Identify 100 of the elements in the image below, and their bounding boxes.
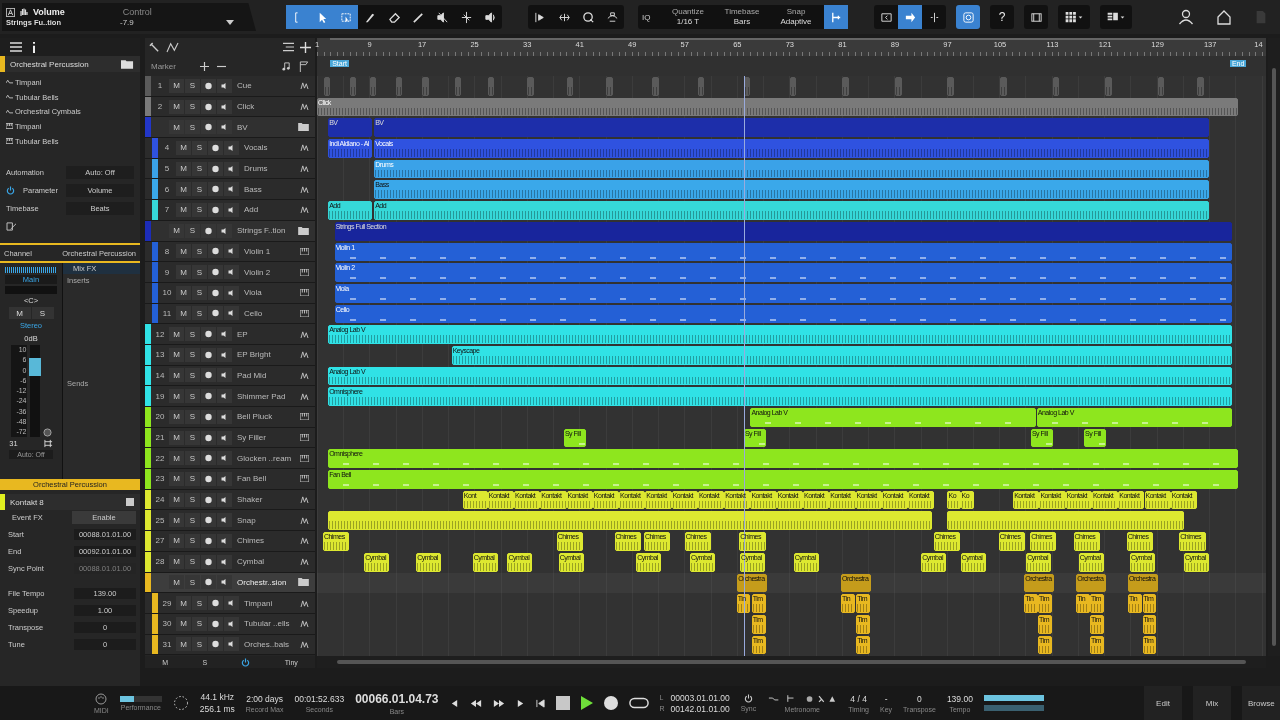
mute-button[interactable]: M [169, 389, 184, 404]
solo-button[interactable]: S [185, 513, 200, 528]
left-locator[interactable]: 00003.01.01.00 [670, 692, 730, 703]
link-icon[interactable] [42, 428, 52, 437]
track-header[interactable]: 21 M S Sy Filler [145, 427, 315, 449]
solo-button[interactable]: S [185, 575, 200, 590]
video-button[interactable] [1024, 5, 1048, 29]
solo-button[interactable]: S [185, 389, 200, 404]
solo-button[interactable]: S [192, 244, 207, 259]
audio-clip[interactable] [454, 77, 462, 96]
checkbox[interactable] [126, 498, 134, 506]
track-header[interactable]: 27 M S Chimes [145, 531, 315, 552]
play-icon[interactable] [580, 696, 593, 710]
notepad-icon[interactable] [6, 221, 17, 231]
caret-icon[interactable] [225, 20, 234, 25]
mute-button[interactable]: M [169, 347, 184, 362]
solo-button[interactable]: S [185, 223, 200, 238]
track-header[interactable]: 22 M S Glocken ..ream [145, 448, 315, 470]
view-tab[interactable]: Mix [1193, 686, 1231, 720]
help-button[interactable]: ? [990, 5, 1014, 29]
track-header[interactable]: 23 M S Fan Bell [145, 469, 315, 490]
mute-button[interactable]: M [169, 471, 184, 486]
track-header[interactable]: M S BV [145, 117, 315, 139]
selection-icon[interactable] [339, 10, 353, 24]
power-icon[interactable] [744, 694, 753, 703]
grid-button[interactable] [1058, 5, 1090, 29]
track-header[interactable]: 31 M S Orches..bals [145, 634, 315, 656]
track-header[interactable]: M S Strings F..tion [145, 220, 315, 242]
list-icon[interactable] [283, 42, 294, 52]
arrow-right-icon[interactable] [903, 10, 917, 24]
flag-icon[interactable] [299, 60, 309, 72]
mute-button[interactable]: M [176, 244, 191, 259]
vertical-scrollbar[interactable] [1272, 68, 1276, 646]
solo-button[interactable]: S [185, 554, 200, 569]
mute-button[interactable]: M [176, 596, 191, 611]
folder-icon[interactable] [298, 226, 309, 235]
a-icon[interactable] [6, 7, 15, 17]
audio-clip[interactable] [1157, 77, 1165, 96]
mute-button[interactable]: M [169, 327, 184, 342]
mute-button[interactable]: M [176, 637, 191, 652]
track-header[interactable]: 19 M S Shimmer Pad [145, 386, 315, 407]
audio-clip[interactable] [743, 77, 751, 96]
mute-button[interactable]: M [8, 307, 31, 319]
track-header[interactable]: 9 M S Violin 2 [145, 262, 315, 283]
mute-button[interactable]: M [169, 99, 184, 114]
audio-clip[interactable] [1052, 77, 1060, 96]
mute-button[interactable]: M [176, 140, 191, 155]
right-locator[interactable]: 00142.01.01.00 [670, 703, 730, 714]
next-marker-icon[interactable] [515, 698, 525, 708]
info-icon[interactable] [32, 41, 36, 53]
user-icon[interactable] [1178, 9, 1194, 25]
view-tool-button[interactable] [898, 5, 922, 29]
solo-button[interactable]: S [185, 451, 200, 466]
solo-button[interactable]: S [185, 533, 200, 548]
track-header[interactable]: 5 M S Drums [145, 158, 315, 180]
solo-button[interactable]: S [185, 471, 200, 486]
solo-button[interactable]: S [185, 409, 200, 424]
menu-icon[interactable] [10, 42, 22, 52]
track-header[interactable]: 12 M S EP [145, 324, 315, 345]
add-icon[interactable] [199, 61, 209, 71]
fast-forward-icon[interactable] [492, 698, 505, 708]
solo-button[interactable]: S [185, 78, 200, 93]
grid-icon[interactable] [1064, 10, 1084, 24]
mute-button[interactable]: M [169, 223, 184, 238]
solo-button[interactable]: S [185, 492, 200, 507]
audio-clip[interactable] [789, 77, 797, 96]
audio-clip[interactable] [894, 77, 902, 96]
track-header[interactable]: 20 M S Bell Pluck [145, 407, 315, 428]
quantize-dropdown[interactable]: Quantize 1/16 T [662, 7, 714, 27]
mute-button[interactable]: M [176, 161, 191, 176]
loop-icon[interactable] [628, 696, 649, 710]
solo-button[interactable]: S [192, 161, 207, 176]
audio-clip[interactable] [1105, 77, 1112, 96]
mute-icon[interactable] [435, 10, 449, 24]
track-header[interactable]: 8 M S Violin 1 [145, 241, 315, 263]
mute-button[interactable]: M [169, 78, 184, 93]
audio-clip[interactable] [651, 77, 659, 96]
mute-button[interactable]: M [169, 513, 184, 528]
mute-button[interactable]: M [176, 182, 191, 197]
snap-marker-icon[interactable] [533, 10, 547, 24]
fader-handle[interactable] [28, 358, 41, 377]
metronome-settings-drawing[interactable] [767, 693, 838, 704]
mute-button[interactable]: M [169, 409, 184, 424]
solo-button[interactable]: S [185, 368, 200, 383]
power-icon[interactable] [241, 657, 251, 667]
automation-icon[interactable] [166, 41, 179, 53]
mute-button[interactable]: M [169, 492, 184, 507]
bend-icon[interactable] [459, 10, 473, 24]
mute-button[interactable]: M [169, 575, 184, 590]
audio-clip[interactable] [1000, 77, 1007, 96]
track-header[interactable]: 14 M S Pad Mid [145, 365, 315, 387]
view-tab[interactable]: Edit [1144, 686, 1182, 720]
key-value[interactable]: - [884, 693, 888, 704]
solo-button[interactable]: S [185, 99, 200, 114]
time-signature[interactable]: 4 / 4 [850, 693, 867, 704]
follow-button[interactable] [956, 5, 980, 29]
solo-button[interactable]: S [192, 637, 207, 652]
track-header[interactable]: 6 M S Bass [145, 179, 315, 201]
mute-button[interactable]: M [176, 616, 191, 631]
routing-icon[interactable] [43, 439, 53, 448]
